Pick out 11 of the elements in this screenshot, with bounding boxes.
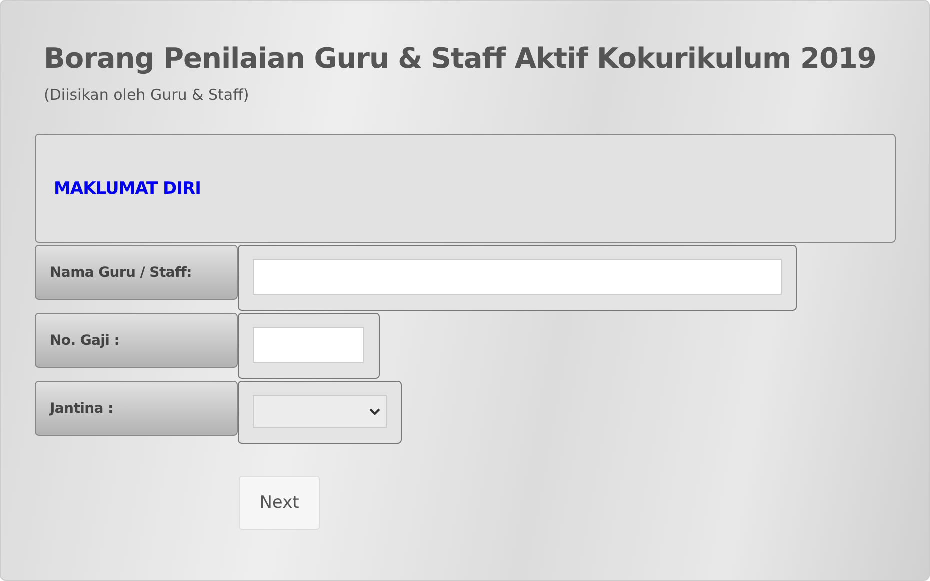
- field-label: Nama Guru / Staff:: [35, 245, 238, 300]
- field-label: Jantina :: [35, 381, 238, 436]
- form-title: Borang Penilaian Guru & Staff Aktif Kokurikulum 2019: [44, 41, 878, 77]
- input-field[interactable]: [253, 259, 782, 295]
- field-label: No. Gaji :: [35, 313, 238, 368]
- input-field[interactable]: [253, 327, 364, 363]
- form-subtitle: (Diisikan oleh Guru & Staff): [44, 85, 250, 105]
- next-button[interactable]: Next: [239, 476, 320, 530]
- section-heading: MAKLUMAT DIRI: [54, 178, 201, 198]
- dropdown[interactable]: [253, 395, 387, 428]
- chevron-down-icon: [369, 408, 381, 416]
